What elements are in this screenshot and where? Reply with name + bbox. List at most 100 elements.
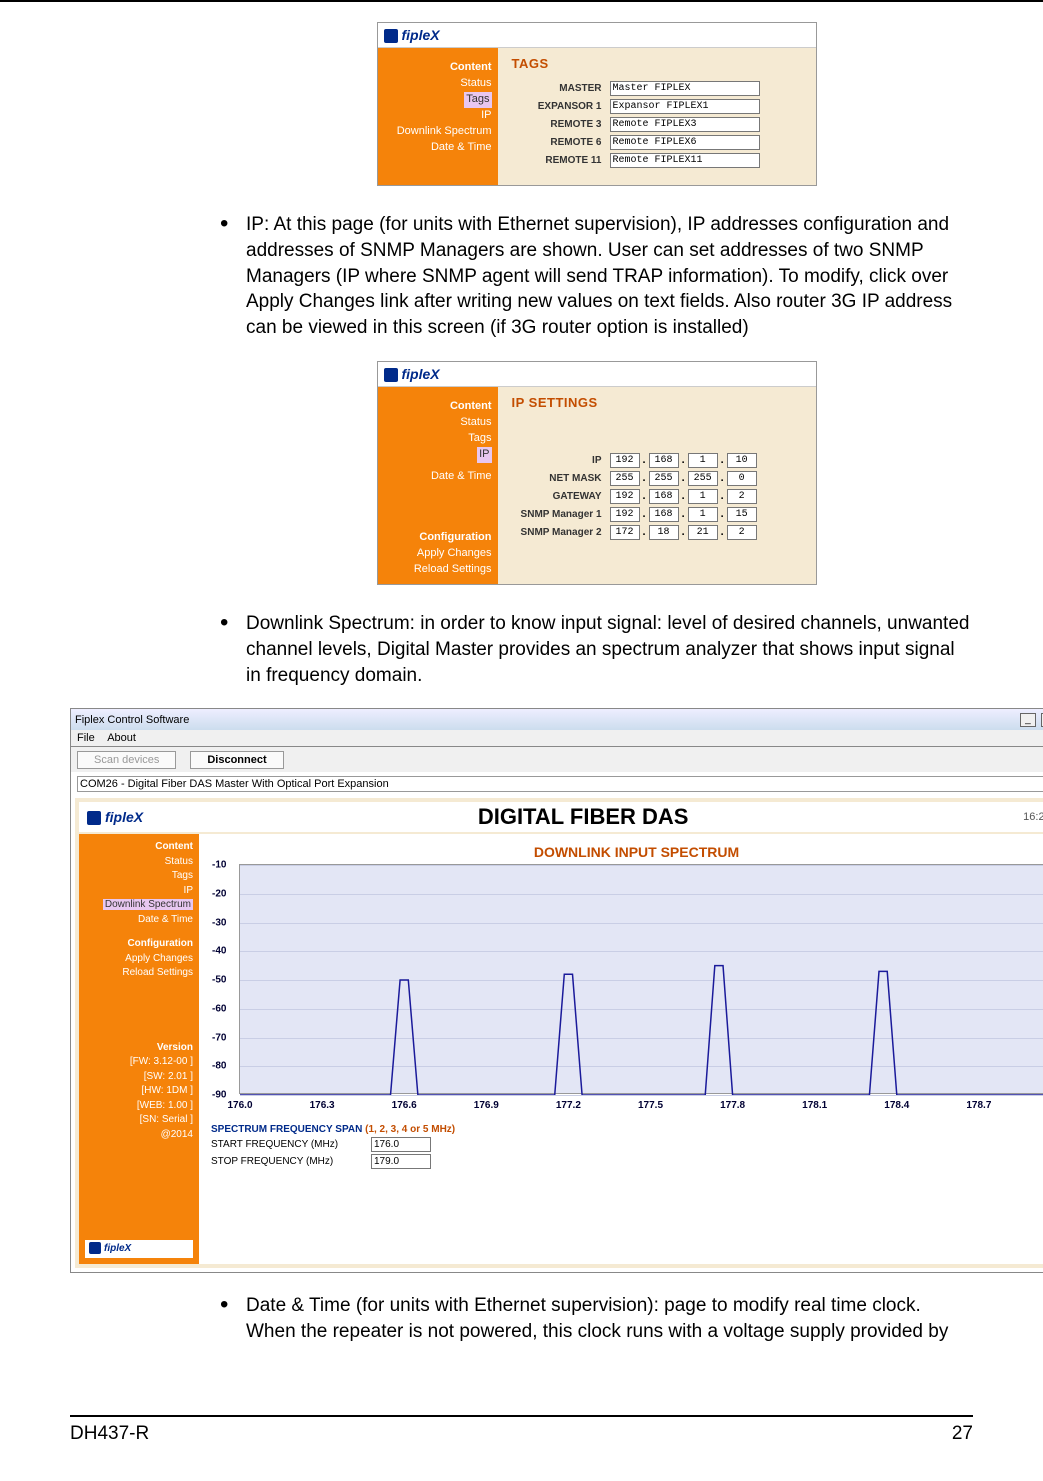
sidebar-apply[interactable]: Apply Changes	[125, 953, 193, 964]
ip-octet-input[interactable]	[727, 525, 757, 540]
sidebar-tags[interactable]: Tags	[172, 870, 193, 881]
dot: .	[682, 490, 685, 502]
sidebar-status[interactable]: Status	[384, 76, 492, 92]
tags-row-input[interactable]	[610, 99, 760, 114]
chart-xtick: 178.4	[884, 1100, 909, 1111]
tags-row-input[interactable]	[610, 81, 760, 96]
sidebar-reload[interactable]: Reload Settings	[122, 967, 193, 978]
dot: .	[643, 454, 646, 466]
ip-octet-input[interactable]	[688, 489, 718, 504]
chart-ytick: -30	[212, 917, 226, 928]
sidebar-date-time[interactable]: Date & Time	[138, 914, 193, 925]
sidebar-status[interactable]: Status	[384, 415, 492, 431]
ip-row-label: GATEWAY	[512, 491, 602, 502]
sidebar-ip[interactable]: IP	[477, 447, 491, 463]
dot: .	[643, 472, 646, 484]
ip-octet-input[interactable]	[727, 453, 757, 468]
chart-ytick: -60	[212, 1003, 226, 1014]
brand-row: fipleX	[378, 362, 816, 387]
ip-title: IP SETTINGS	[512, 395, 806, 410]
brand-icon	[384, 29, 398, 43]
chart-ytick: -70	[212, 1032, 226, 1043]
app-title: DIGITAL FIBER DAS	[143, 804, 1023, 830]
sidebar-ip[interactable]: IP	[184, 885, 193, 896]
chart-xtick: 177.8	[720, 1100, 745, 1111]
ip-octet-input[interactable]	[727, 471, 757, 486]
brand-text: fipleX	[402, 27, 440, 43]
ip-octet-input[interactable]	[688, 507, 718, 522]
sidebar-date-time[interactable]: Date & Time	[384, 469, 492, 485]
device-select[interactable]	[77, 776, 1043, 792]
disconnect-button[interactable]: Disconnect	[190, 751, 283, 769]
menu-file[interactable]: File	[77, 732, 95, 744]
stop-freq-label: STOP FREQUENCY (MHz)	[211, 1156, 371, 1167]
ip-octet-input[interactable]	[727, 507, 757, 522]
tags-row-input[interactable]	[610, 153, 760, 168]
brand-text: fipleX	[104, 1243, 131, 1254]
sidebar-reload[interactable]: Reload Settings	[384, 562, 492, 578]
tags-panel: fipleX Content Status Tags IP Downlink S…	[377, 22, 817, 186]
ip-octet-input[interactable]	[727, 489, 757, 504]
paragraph-date-time: Date & Time (for units with Ethernet sup…	[220, 1293, 973, 1344]
chart-ytick: -90	[212, 1090, 226, 1101]
ip-row-label: NET MASK	[512, 473, 602, 484]
scan-devices-button[interactable]: Scan devices	[77, 751, 176, 769]
sidebar-content[interactable]: Content	[384, 60, 492, 76]
spectrum-chart: -10-20-30-40-50-60-70-80-90176.0176.3176…	[239, 864, 1043, 1094]
sidebar-tags[interactable]: Tags	[464, 92, 491, 108]
ip-octet-input[interactable]	[649, 453, 679, 468]
footer-doc: DH437-R	[70, 1423, 149, 1445]
brand-text: fipleX	[105, 809, 143, 825]
ip-octet-input[interactable]	[649, 489, 679, 504]
chart-xtick: 178.1	[802, 1100, 827, 1111]
sidebar-date-time[interactable]: Date & Time	[384, 140, 492, 156]
sidebar-apply[interactable]: Apply Changes	[384, 546, 492, 562]
dot: .	[643, 526, 646, 538]
tags-row-label: REMOTE 6	[512, 137, 602, 148]
sidebar-content[interactable]: Content	[384, 399, 492, 415]
ip-row-label: SNMP Manager 1	[512, 509, 602, 520]
sidebar-version: Version	[157, 1042, 193, 1053]
ip-octet-input[interactable]	[610, 525, 640, 540]
ip-octet-input[interactable]	[610, 453, 640, 468]
tags-row-input[interactable]	[610, 135, 760, 150]
ip-octet-input[interactable]	[610, 507, 640, 522]
ip-octet-input[interactable]	[610, 471, 640, 486]
sidebar-downlink-spectrum[interactable]: Downlink Spectrum	[384, 124, 492, 140]
start-freq-input[interactable]	[371, 1137, 431, 1152]
stop-freq-input[interactable]	[371, 1154, 431, 1169]
chart-ytick: -50	[212, 975, 226, 986]
tags-row-input[interactable]	[610, 117, 760, 132]
brand-icon	[87, 811, 101, 825]
sidebar-status[interactable]: Status	[165, 856, 193, 867]
ver-sn: [SN: Serial ]	[140, 1114, 193, 1125]
window-minimize[interactable]: _	[1020, 713, 1036, 727]
ip-octet-input[interactable]	[649, 507, 679, 522]
sidebar-content[interactable]: Content	[155, 841, 193, 852]
chart-xtick: 176.3	[310, 1100, 335, 1111]
ip-octet-input[interactable]	[688, 453, 718, 468]
dot: .	[721, 490, 724, 502]
sidebar-ip[interactable]: IP	[384, 108, 492, 124]
sidebar-downlink-spectrum[interactable]: Downlink Spectrum	[103, 899, 193, 910]
tags-row-label: REMOTE 11	[512, 155, 602, 166]
chart-ytick: -10	[212, 860, 226, 871]
chart-ytick: -20	[212, 888, 226, 899]
chart-xtick: 176.6	[392, 1100, 417, 1111]
menu-about[interactable]: About	[107, 732, 136, 744]
sidebar-tags[interactable]: Tags	[384, 431, 492, 447]
dot: .	[682, 508, 685, 520]
ip-octet-input[interactable]	[688, 525, 718, 540]
sidebar-configuration[interactable]: Configuration	[384, 530, 492, 546]
brand-row: fipleX	[378, 23, 816, 48]
dot: .	[643, 490, 646, 502]
chart-xtick: 178.7	[966, 1100, 991, 1111]
ip-octet-input[interactable]	[688, 471, 718, 486]
sidebar-configuration[interactable]: Configuration	[127, 938, 193, 949]
ip-octet-input[interactable]	[649, 471, 679, 486]
start-freq-label: START FREQUENCY (MHz)	[211, 1139, 371, 1150]
footer-page: 27	[952, 1423, 973, 1445]
ip-octet-input[interactable]	[649, 525, 679, 540]
ip-row-label: IP	[512, 455, 602, 466]
ip-octet-input[interactable]	[610, 489, 640, 504]
